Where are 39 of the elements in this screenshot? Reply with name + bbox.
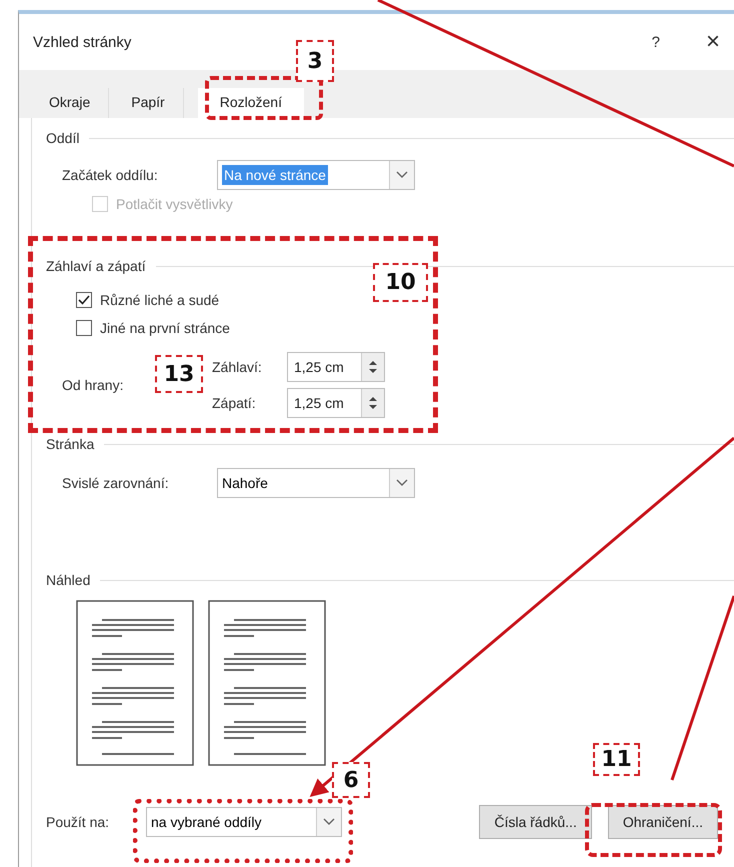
spin-field[interactable]: 1,25 cm [287, 388, 385, 418]
field-label: Použít na: [46, 814, 110, 830]
dropdown-value: na vybrané oddíly [150, 814, 263, 830]
checkbox[interactable] [76, 320, 92, 336]
dropdown-value: Na nové stránce [222, 165, 328, 185]
spin-arrows-icon [369, 360, 377, 374]
group-title: Náhled [46, 572, 90, 588]
dialog-button[interactable]: Čísla řádků... [479, 805, 592, 839]
help-button[interactable]: ? [652, 34, 660, 50]
field-label: Od hrany: [62, 377, 124, 393]
field-label: Začátek oddílu: [62, 167, 159, 183]
annotation-number: 6 [332, 762, 370, 798]
annotation-number: 3 [296, 40, 334, 82]
chevron-down-icon [396, 171, 408, 179]
checkbox-label: Potlačit vysvětlivky [116, 196, 233, 212]
checkbox[interactable] [76, 292, 92, 308]
close-button[interactable]: × [706, 28, 720, 56]
window-title: Vzhled stránky [33, 34, 132, 50]
tab[interactable]: Rozložení [198, 88, 304, 118]
chevron-down-icon [396, 479, 408, 487]
group-title: Oddíl [46, 130, 80, 146]
apply-to-dropdown[interactable]: na vybrané oddíly [146, 807, 342, 837]
group-title: Záhlaví a zápatí [46, 258, 146, 274]
spin-arrows-icon [369, 396, 377, 410]
dialog-button[interactable]: Ohraničení... [608, 805, 718, 839]
dropdown-value: Nahoře [221, 475, 269, 491]
field-label: Zápatí: [212, 395, 257, 411]
checkmark-icon [78, 295, 90, 305]
group-title: Stránka [46, 436, 94, 452]
checkbox-label: Různé liché a sudé [100, 292, 220, 308]
spin-field[interactable]: 1,25 cm [287, 352, 385, 382]
annotation-number: 10 [373, 263, 428, 302]
annotation-number: 11 [593, 743, 640, 776]
checkbox-label: Jiné na první stránce [100, 320, 230, 336]
field-label: Svislé zarovnání: [62, 475, 170, 491]
annotation-number: 13 [155, 355, 203, 393]
vertical-alignment-dropdown[interactable]: Nahoře [217, 468, 415, 498]
chevron-down-icon [323, 818, 335, 826]
field-label: Záhlaví: [212, 359, 263, 375]
